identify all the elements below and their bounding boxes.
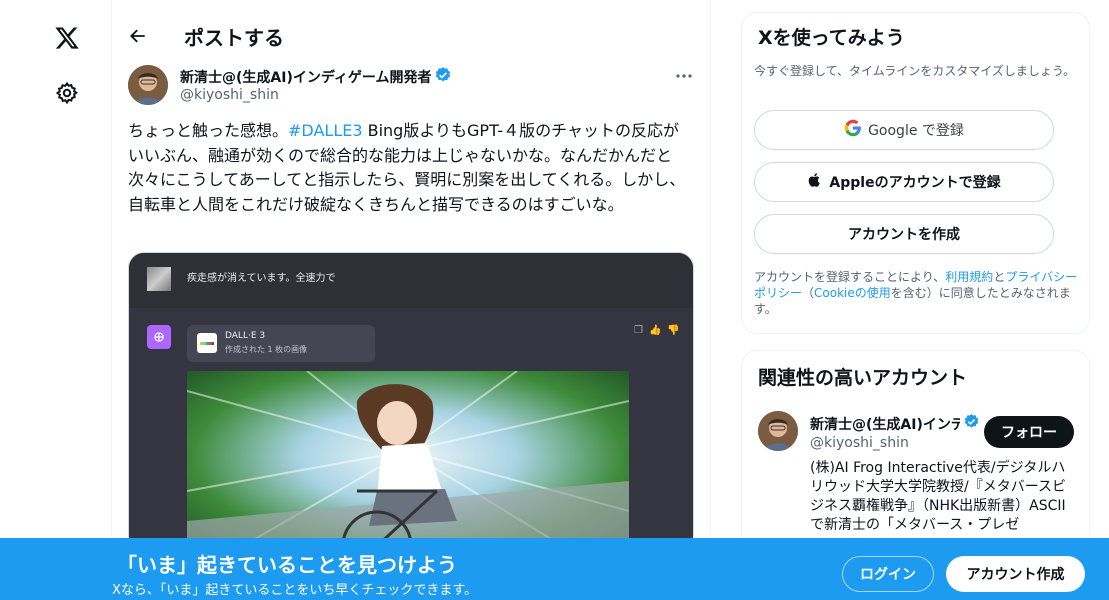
- legal-text-start: アカウントを登録することにより、: [754, 270, 946, 284]
- user-thumbnail: [147, 267, 171, 291]
- dalle-card: DALL·E 3 作成された 1 枚の画像: [187, 325, 375, 362]
- author-name[interactable]: 新清士@(生成AI)インディゲーム開発者: [180, 66, 452, 88]
- author-name-text[interactable]: 新清士@(生成AI)インディゲーム開発者: [180, 67, 431, 87]
- terms-link[interactable]: 利用規約: [945, 270, 993, 284]
- legal-text-and: と: [993, 270, 1006, 284]
- chat-user-text: 疾走感が消えています。全速力で: [187, 273, 336, 284]
- author-handle[interactable]: @kiyoshi_shin: [180, 87, 279, 103]
- apple-signup-label: Appleのアカウントで登録: [829, 175, 1001, 191]
- signup-card-subtitle: 今すぐ登録して、タイムラインをカスタマイズしましょう。: [754, 64, 1076, 78]
- more-options-icon[interactable]: [672, 64, 696, 88]
- verified-badge-icon: [434, 66, 452, 88]
- bottom-bar-title: 「いま」起きていることを見つけよう: [117, 553, 457, 577]
- tweet-text-start: ちょっと触った感想。: [128, 121, 289, 140]
- chat-user-message: 疾走感が消えています。全速力で: [129, 253, 693, 308]
- page-title: ポストする: [184, 26, 284, 50]
- gear-icon[interactable]: [52, 78, 82, 108]
- related-accounts-title: 関連性の高いアカウント: [758, 367, 968, 389]
- cookie-link[interactable]: Cookieの使用: [814, 286, 891, 300]
- create-account-button[interactable]: アカウントを作成: [754, 214, 1054, 254]
- google-signup-button[interactable]: Google で登録: [754, 110, 1054, 150]
- apple-signup-button[interactable]: Appleのアカウントで登録: [754, 162, 1054, 202]
- chat-actions: ❐ 👍 👎: [634, 325, 680, 336]
- signup-card: Xを使ってみよう 今すぐ登録して、タイムラインをカスタマイズしましょう。 Goo…: [741, 12, 1090, 334]
- chatgpt-icon: [147, 325, 171, 349]
- legal-paren: （: [802, 286, 815, 300]
- signup-card-title: Xを使ってみよう: [758, 27, 905, 49]
- bottom-bar-subtitle: Xなら、「いま」起きていることをいち早くチェックできます。: [112, 583, 478, 598]
- legal-text: アカウントを登録することにより、利用規約とプライバシーポリシー（Cookieの使…: [754, 269, 1084, 317]
- related-account-name-text[interactable]: 新清士@(生成AI)インディゲーム開発者: [810, 414, 960, 434]
- login-button[interactable]: ログイン: [842, 556, 934, 592]
- copy-icon: ❐: [634, 325, 643, 336]
- dalle-subtitle: 作成された 1 枚の画像: [225, 345, 308, 354]
- generated-image: [187, 371, 629, 551]
- avatar[interactable]: [128, 65, 168, 105]
- related-account-name[interactable]: 新清士@(生成AI)インディゲーム開発者: [810, 413, 980, 434]
- tweet-text: ちょっと触った感想。#DALLE3 Bing版よりもGPT-４版のチャットの反応…: [128, 119, 694, 217]
- top-bar: ポストする: [112, 0, 710, 72]
- thumbs-up-icon: 👍: [648, 325, 662, 336]
- hashtag-link[interactable]: #DALLE3: [288, 121, 363, 140]
- bottom-signup-bar: 「いま」起きていることを見つけよう Xなら、「いま」起きていることをいち早くチェ…: [0, 538, 1109, 600]
- tweet-media-image[interactable]: 疾走感が消えています。全速力で DALL·E 3 作成された 1 枚の画像 ❐ …: [128, 252, 694, 552]
- google-icon: [844, 119, 862, 141]
- related-account-handle[interactable]: @kiyoshi_shin: [810, 435, 909, 451]
- related-account-bio: (株)AI Frog Interactive代表/デジタルハリウッド大学大学院教…: [810, 460, 1067, 533]
- create-account-label: アカウントを作成: [848, 227, 960, 243]
- related-avatar[interactable]: [758, 411, 798, 451]
- follow-button[interactable]: フォロー: [984, 416, 1074, 448]
- arrow-left-icon[interactable]: [126, 24, 150, 48]
- google-signup-label: Google で登録: [868, 123, 964, 139]
- dalle-title: DALL·E 3: [225, 331, 266, 341]
- left-nav: [0, 0, 112, 600]
- dalle-icon: [197, 333, 217, 353]
- x-logo-icon[interactable]: [50, 22, 84, 54]
- thumbs-down-icon: 👎: [667, 325, 680, 336]
- verified-badge-icon: [963, 413, 980, 434]
- apple-icon: [807, 171, 823, 193]
- main-column: ポストする 新清士@(生成AI)インディゲーム開発者 @kiyoshi_shin…: [112, 0, 711, 600]
- signup-button[interactable]: アカウント作成: [946, 556, 1085, 592]
